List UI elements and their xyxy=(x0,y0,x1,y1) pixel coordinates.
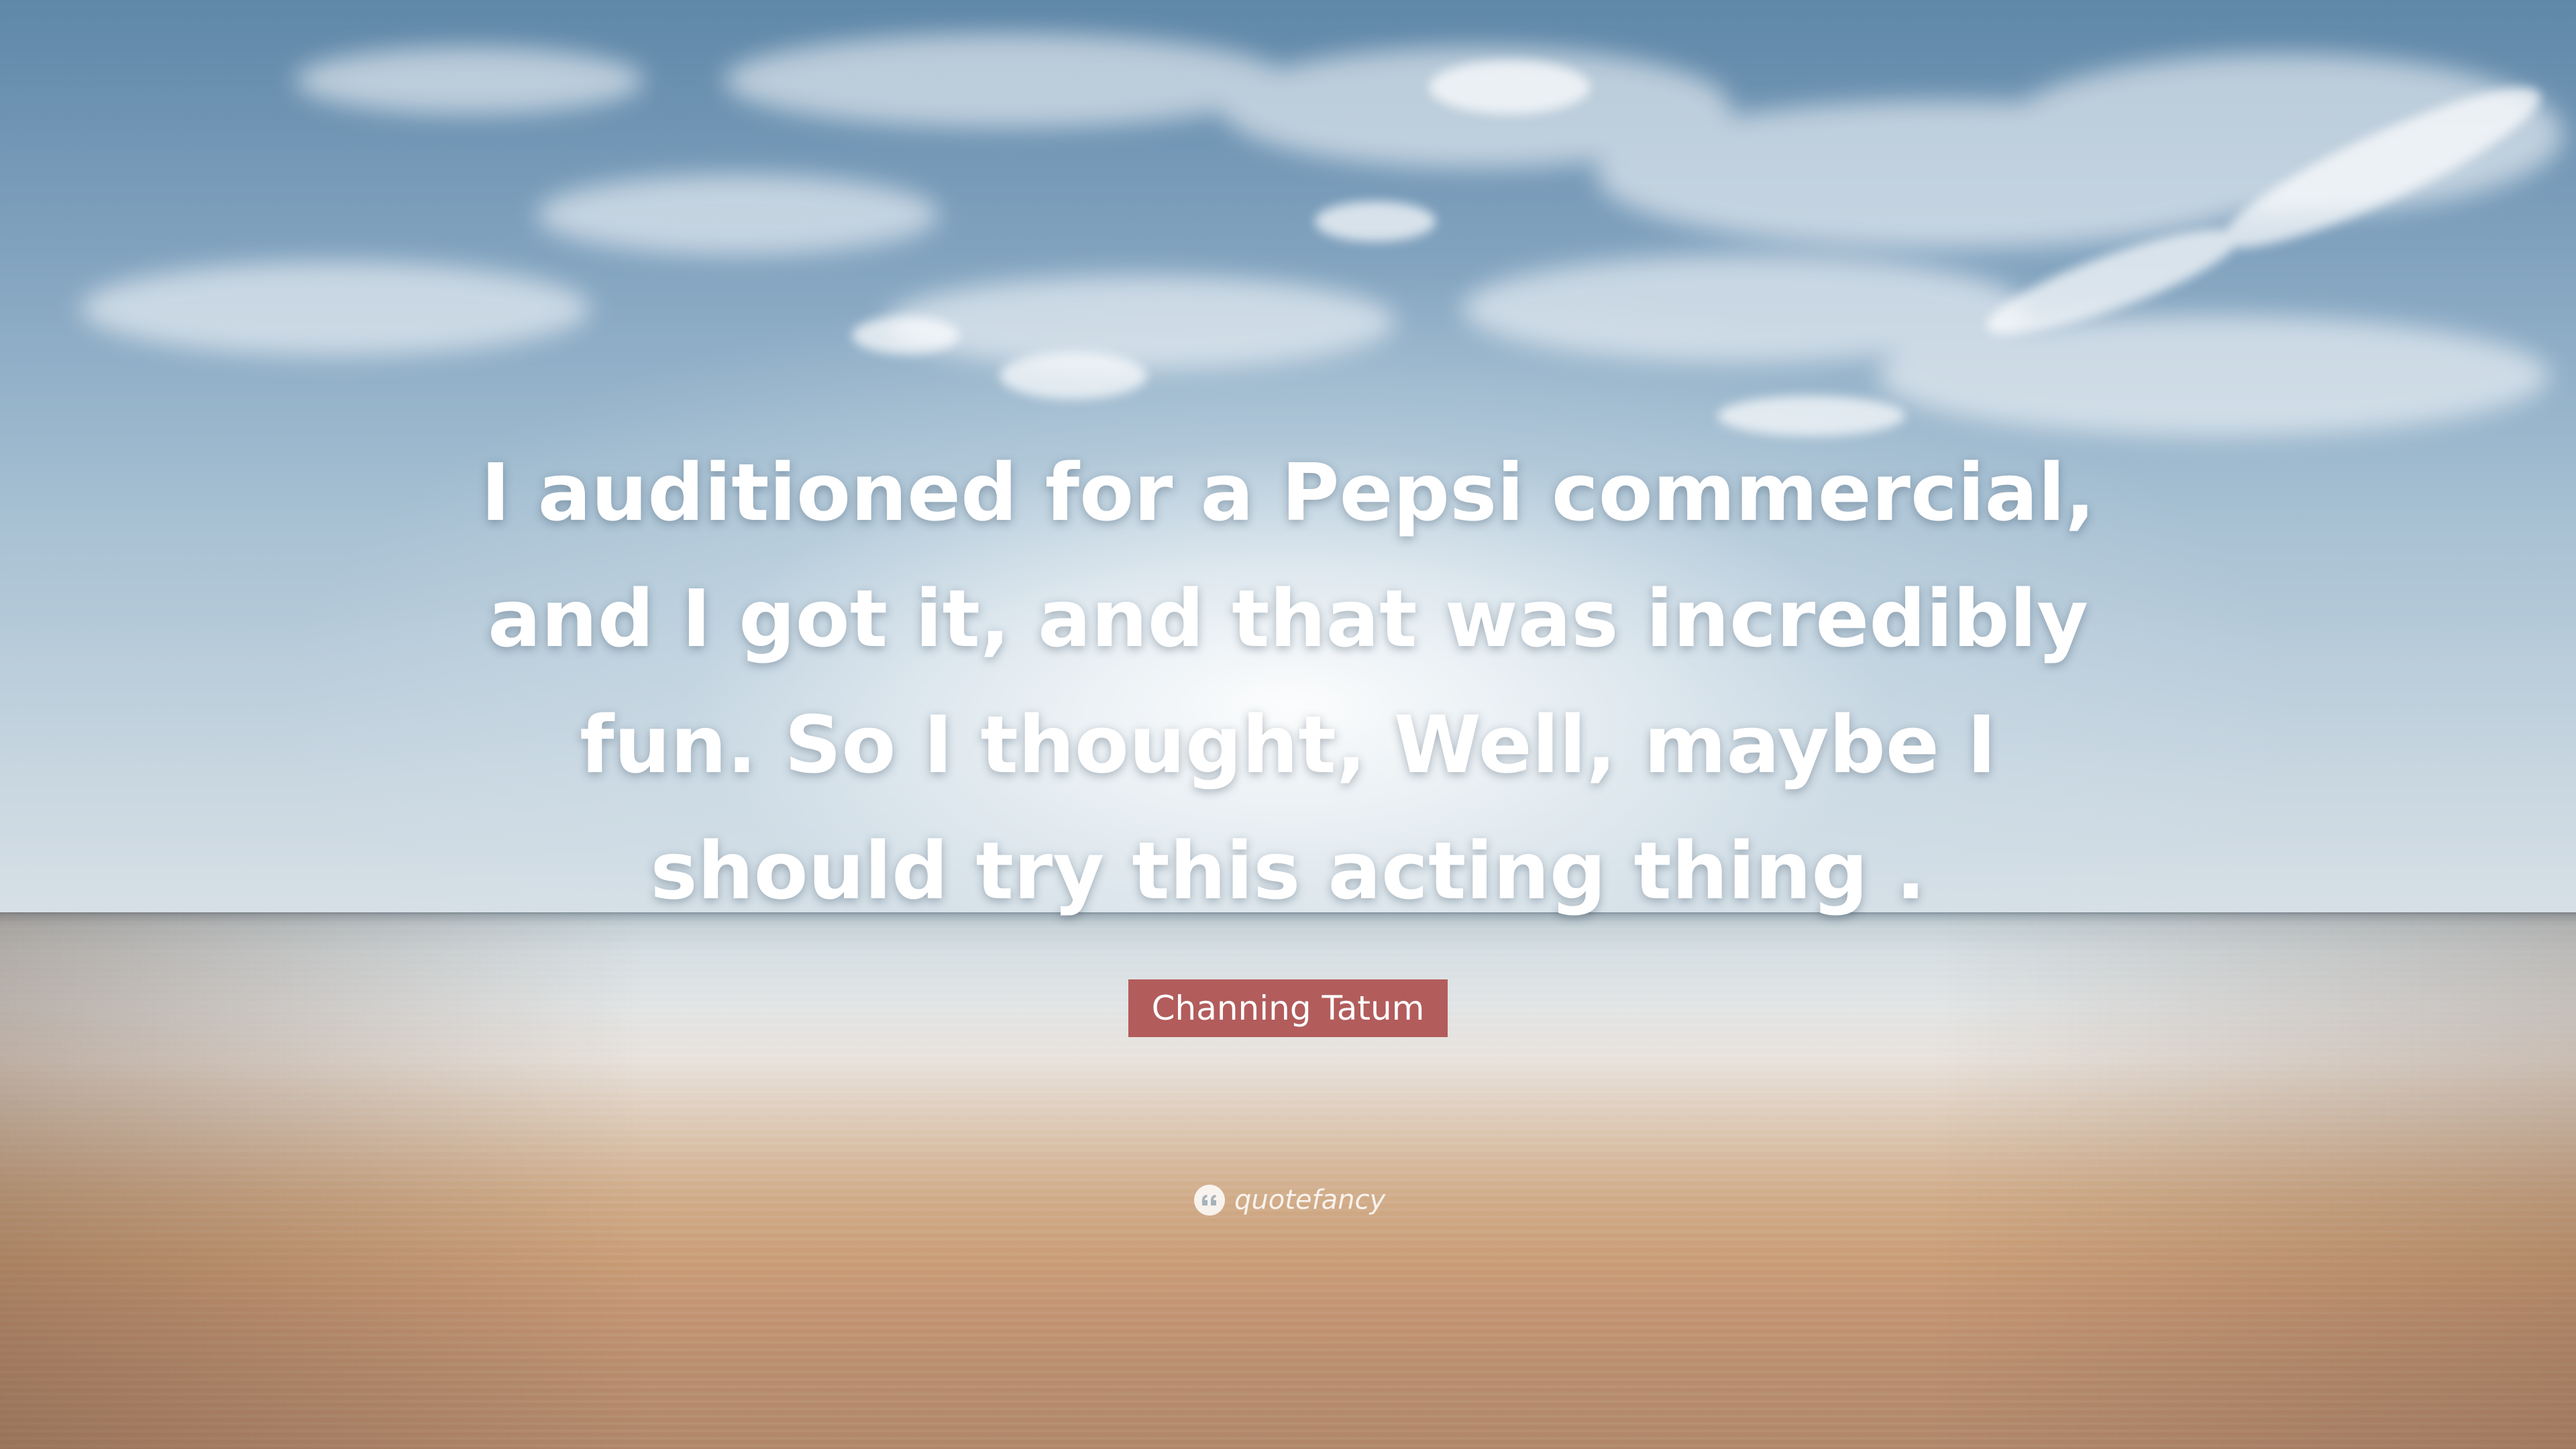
brand-watermark: quotefancy xyxy=(1194,1182,1385,1218)
quote-text: I auditioned for a Pepsi commercial, and… xyxy=(480,446,2096,917)
quote-marks-icon xyxy=(1194,1185,1225,1216)
brand-name: quotefancy xyxy=(1234,1185,1386,1216)
quote-image: I auditioned for a Pepsi commercial, and… xyxy=(0,0,2576,1449)
author-badge[interactable]: Channing Tatum xyxy=(1128,979,1448,1037)
author-name: Channing Tatum xyxy=(1151,989,1425,1028)
